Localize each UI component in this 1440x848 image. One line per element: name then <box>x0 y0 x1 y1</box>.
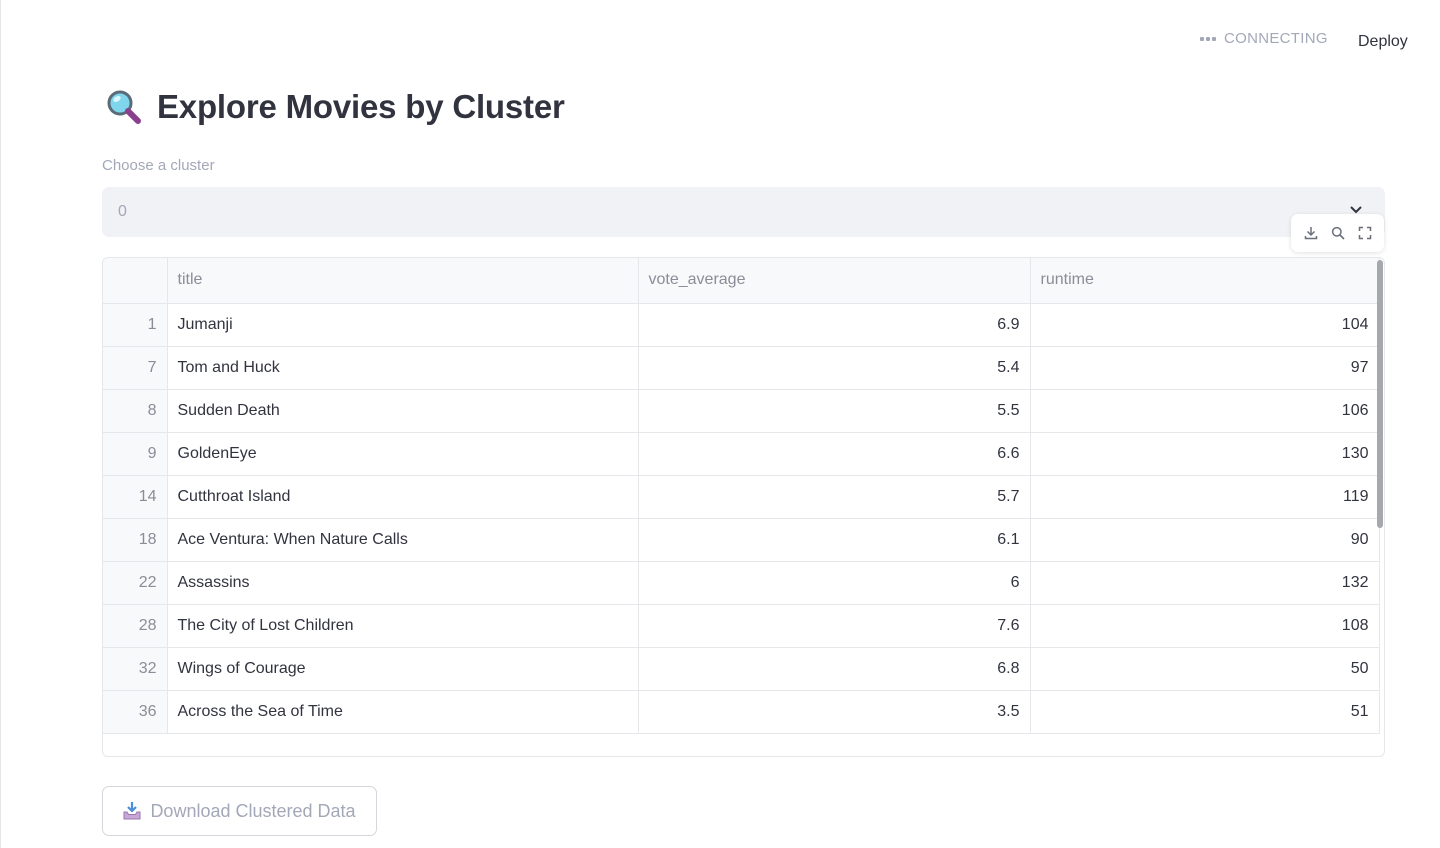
row-index-cell[interactable]: 1 <box>103 303 168 347</box>
vote-average-cell[interactable]: 6.8 <box>638 647 1031 691</box>
search-table-button[interactable] <box>1327 222 1349 244</box>
table-row[interactable]: 32 Wings of Courage 6.8 50 <box>103 647 1380 691</box>
movies-data-table[interactable]: title vote_average runtime 1 Jumanji 6.9 10… <box>102 257 1385 757</box>
title-cell[interactable]: Across the Sea of Time <box>167 690 639 734</box>
table-row[interactable]: 8 Sudden Death 5.5 106 <box>103 389 1380 433</box>
vote-average-cell[interactable]: 6.9 <box>638 303 1031 347</box>
column-header-title[interactable]: title <box>167 258 639 304</box>
vote-average-cell[interactable]: 7.6 <box>638 604 1031 648</box>
vote-average-cell[interactable]: 5.7 <box>638 475 1031 519</box>
title-cell[interactable]: GoldenEye <box>167 432 639 476</box>
title-cell[interactable]: Cutthroat Island <box>167 475 639 519</box>
table-row[interactable]: 22 Assassins 6 132 <box>103 561 1380 605</box>
fullscreen-icon <box>1358 226 1371 240</box>
connecting-dots-icon <box>1200 36 1216 41</box>
row-index-cell[interactable]: 7 <box>103 346 168 390</box>
cluster-select-label: Choose a cluster <box>102 157 215 174</box>
title-cell[interactable]: Sudden Death <box>167 389 639 433</box>
row-index-cell[interactable]: 36 <box>103 690 168 734</box>
row-index-cell[interactable]: 32 <box>103 647 168 691</box>
connection-status: CONNECTING <box>1200 30 1328 47</box>
column-header-vote-average[interactable]: vote_average <box>638 258 1031 304</box>
title-cell[interactable]: The City of Lost Children <box>167 604 639 648</box>
vote-average-cell[interactable]: 5.4 <box>638 346 1031 390</box>
row-index-cell[interactable]: 18 <box>103 518 168 562</box>
download-clustered-data-button[interactable]: Download Clustered Data <box>102 786 377 836</box>
table-row[interactable]: 36 Across the Sea of Time 3.5 51 <box>103 690 1380 734</box>
row-index-cell[interactable]: 9 <box>103 432 168 476</box>
table-row[interactable]: 1 Jumanji 6.9 104 <box>103 303 1380 347</box>
cluster-select[interactable]: 0 <box>102 187 1385 237</box>
table-row[interactable]: 14 Cutthroat Island 5.7 119 <box>103 475 1380 519</box>
row-index-cell[interactable]: 28 <box>103 604 168 648</box>
runtime-cell[interactable]: 119 <box>1030 475 1380 519</box>
magnifying-glass-icon <box>107 90 141 124</box>
vote-average-cell[interactable]: 6 <box>638 561 1031 605</box>
runtime-cell[interactable]: 90 <box>1030 518 1380 562</box>
runtime-cell[interactable]: 130 <box>1030 432 1380 476</box>
column-header-index <box>103 258 168 304</box>
row-index-cell[interactable]: 14 <box>103 475 168 519</box>
title-cell[interactable]: Assassins <box>167 561 639 605</box>
row-index-cell[interactable]: 8 <box>103 389 168 433</box>
title-cell[interactable]: Ace Ventura: When Nature Calls <box>167 518 639 562</box>
table-toolbar <box>1291 214 1384 252</box>
vote-average-cell[interactable]: 6.6 <box>638 432 1031 476</box>
vote-average-cell[interactable]: 5.5 <box>638 389 1031 433</box>
table-row[interactable]: 9 GoldenEye 6.6 130 <box>103 432 1380 476</box>
fullscreen-button[interactable] <box>1354 222 1376 244</box>
runtime-cell[interactable]: 106 <box>1030 389 1380 433</box>
runtime-cell[interactable]: 108 <box>1030 604 1380 648</box>
connection-status-text: CONNECTING <box>1224 30 1328 47</box>
download-icon <box>1304 227 1317 240</box>
column-header-runtime[interactable]: runtime <box>1030 258 1380 304</box>
runtime-cell[interactable]: 132 <box>1030 561 1380 605</box>
table-row[interactable]: 7 Tom and Huck 5.4 97 <box>103 346 1380 390</box>
table-row[interactable]: 28 The City of Lost Children 7.6 108 <box>103 604 1380 648</box>
deploy-button[interactable]: Deploy <box>1348 30 1418 54</box>
page-header: Explore Movies by Cluster <box>105 88 565 126</box>
table-scrollbar[interactable] <box>1377 260 1383 528</box>
title-cell[interactable]: Wings of Courage <box>167 647 639 691</box>
vote-average-cell[interactable]: 3.5 <box>638 690 1031 734</box>
runtime-cell[interactable]: 50 <box>1030 647 1380 691</box>
runtime-cell[interactable]: 97 <box>1030 346 1380 390</box>
inbox-tray-icon <box>123 802 141 820</box>
download-button-label: Download Clustered Data <box>150 800 356 821</box>
table-row[interactable]: 18 Ace Ventura: When Nature Calls 6.1 90 <box>103 518 1380 562</box>
title-cell[interactable]: Jumanji <box>167 303 639 347</box>
cluster-select-value: 0 <box>118 203 127 220</box>
vote-average-cell[interactable]: 6.1 <box>638 518 1031 562</box>
runtime-cell[interactable]: 104 <box>1030 303 1380 347</box>
download-csv-button[interactable] <box>1300 222 1322 244</box>
page-title: Explore Movies by Cluster <box>157 88 565 125</box>
movies-table: title vote_average runtime 1 Jumanji 6.9 10… <box>103 258 1380 734</box>
app-page: CONNECTING Deploy Explore Movies by Clus… <box>0 0 1440 848</box>
table-header-row: title vote_average runtime <box>103 258 1380 304</box>
search-icon <box>1331 226 1345 240</box>
row-index-cell[interactable]: 22 <box>103 561 168 605</box>
title-cell[interactable]: Tom and Huck <box>167 346 639 390</box>
runtime-cell[interactable]: 51 <box>1030 690 1380 734</box>
